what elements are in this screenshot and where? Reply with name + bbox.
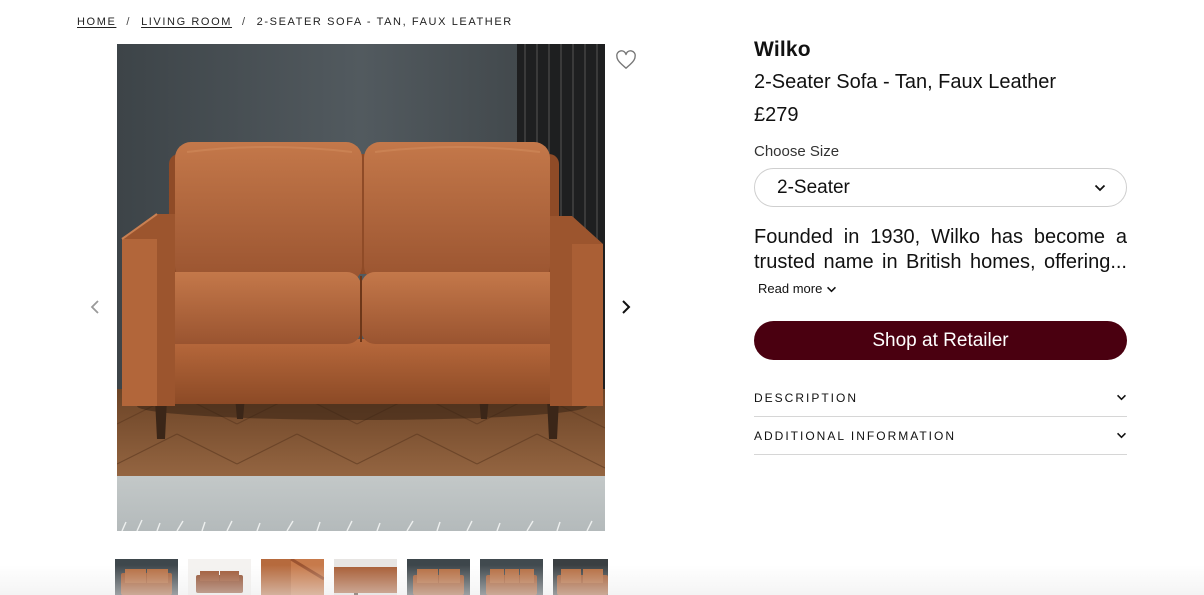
- breadcrumb: Home / Living Room / 2-Seater Sofa - Tan…: [77, 16, 513, 28]
- thumbnail-strip: [115, 559, 608, 595]
- chevron-right-icon: [622, 300, 631, 314]
- thumbnail[interactable]: [334, 559, 397, 595]
- product-title: 2-Seater Sofa - Tan, Faux Leather: [754, 71, 1057, 93]
- shop-at-retailer-button[interactable]: Shop at Retailer: [754, 321, 1127, 360]
- product-accordion: Description Additional Information: [754, 379, 1127, 455]
- product-description: Founded in 1930, Wilko has become a trus…: [754, 225, 1127, 301]
- chevron-down-icon: [1117, 432, 1126, 439]
- chevron-down-icon: [1117, 394, 1126, 401]
- read-more-label: Read more: [758, 281, 823, 296]
- product-main-image[interactable]: [117, 44, 605, 531]
- breadcrumb-home[interactable]: Home: [77, 16, 116, 28]
- description-text: Founded in 1930, Wilko has become a trus…: [754, 226, 1127, 273]
- product-price: £279: [754, 104, 799, 126]
- size-label: Choose Size: [754, 143, 840, 160]
- accordion-description-label: Description: [754, 390, 859, 405]
- breadcrumb-separator: /: [126, 16, 132, 28]
- gallery-next-button[interactable]: [617, 296, 635, 318]
- favourite-button[interactable]: [615, 50, 639, 72]
- chevron-down-icon: [1094, 184, 1106, 191]
- thumbnail[interactable]: [115, 559, 178, 595]
- chevron-left-icon: [90, 300, 99, 314]
- read-more-link[interactable]: Read more: [758, 281, 837, 296]
- heart-outline-icon: [616, 50, 636, 69]
- thumbnail[interactable]: [261, 559, 324, 595]
- thumbnail[interactable]: [188, 559, 251, 595]
- breadcrumb-current: 2-Seater Sofa - Tan, Faux Leather: [256, 16, 513, 28]
- accordion-description[interactable]: Description: [754, 379, 1127, 417]
- thumbnail[interactable]: [553, 559, 608, 595]
- breadcrumb-separator: /: [242, 16, 247, 28]
- accordion-additional-label: Additional Information: [754, 428, 957, 443]
- size-select[interactable]: 2-Seater: [754, 168, 1127, 207]
- chevron-down-icon: [827, 286, 837, 293]
- thumbnail[interactable]: [480, 559, 543, 595]
- breadcrumb-living-room[interactable]: Living Room: [141, 16, 232, 28]
- accordion-additional-information[interactable]: Additional Information: [754, 417, 1127, 455]
- brand-name: Wilko: [754, 38, 811, 61]
- product-info-panel: Wilko 2-Seater Sofa - Tan, Faux Leather …: [754, 38, 1127, 455]
- thumbnail[interactable]: [407, 559, 470, 595]
- gallery-prev-button[interactable]: [86, 296, 104, 318]
- size-select-value: 2-Seater: [777, 176, 850, 198]
